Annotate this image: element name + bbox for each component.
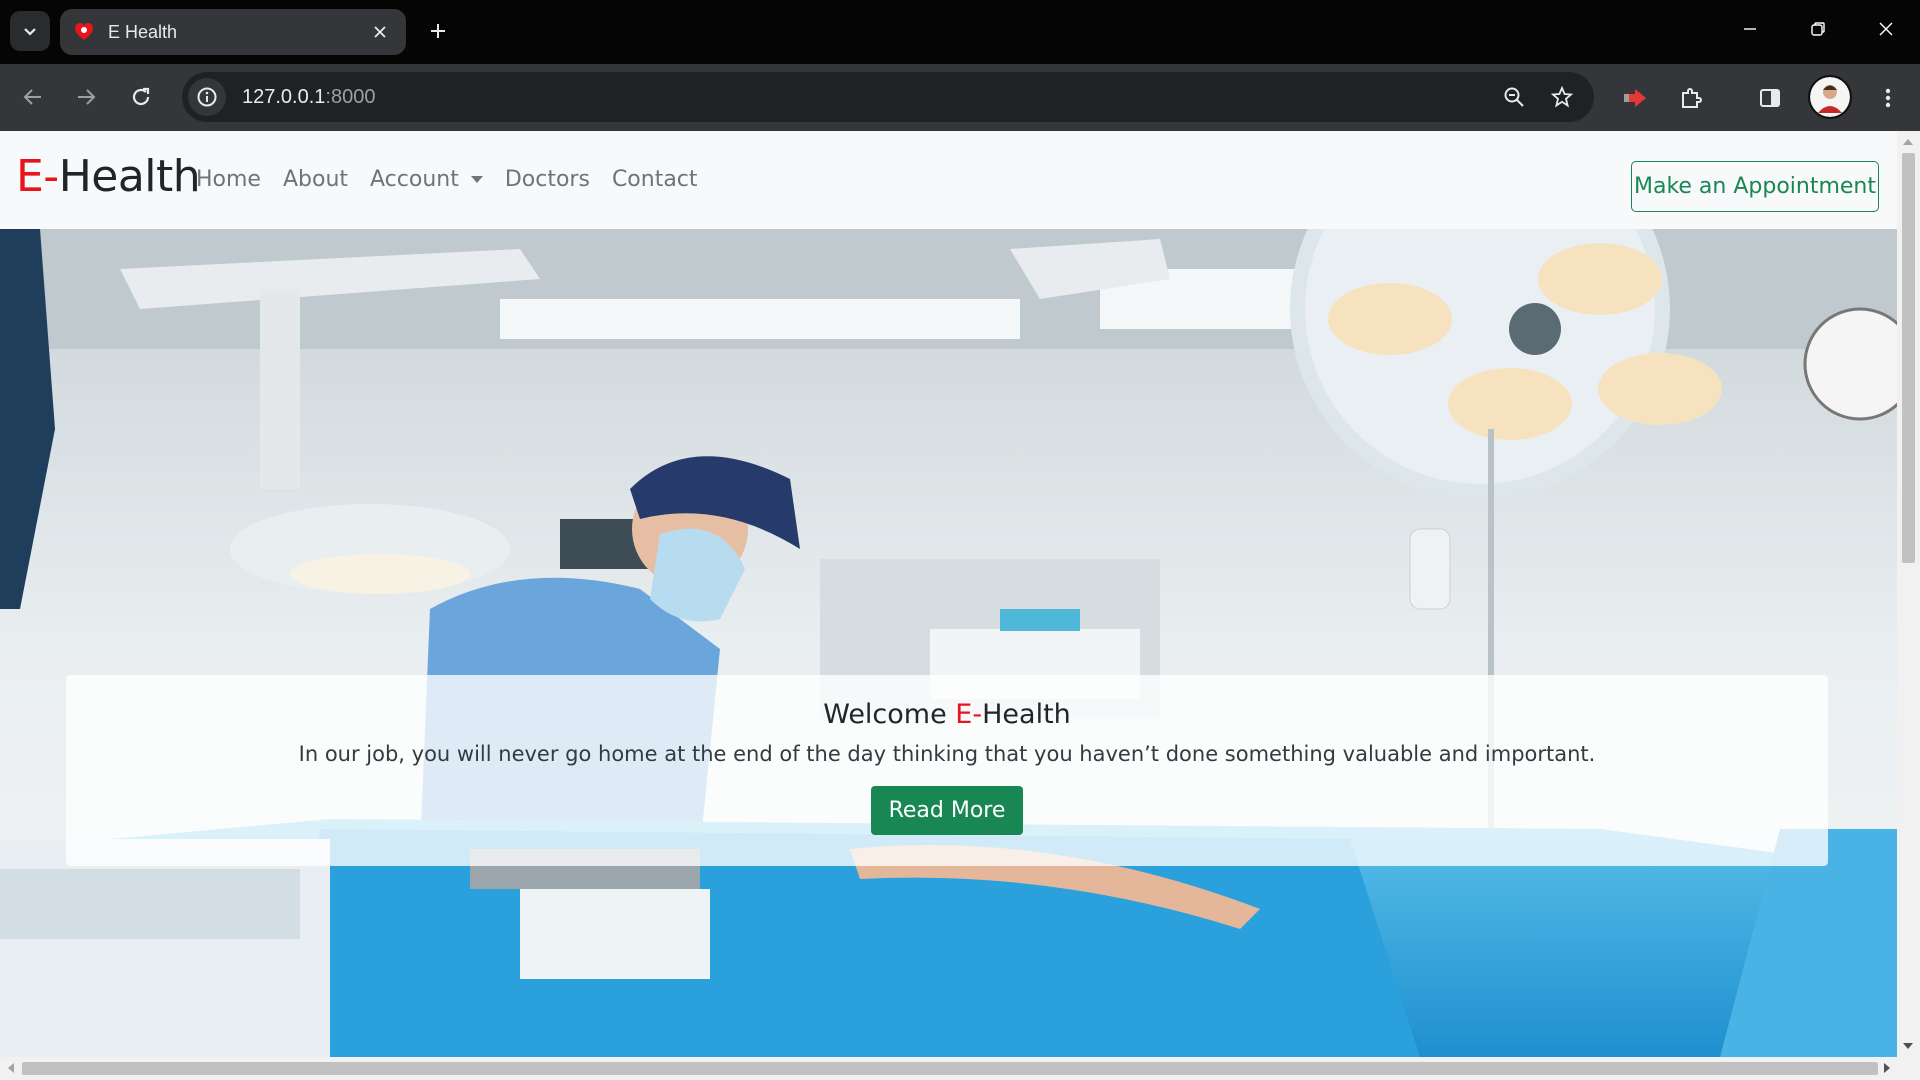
nav-doctors[interactable]: Doctors [505,167,590,192]
nav-home[interactable]: Home [196,167,261,192]
scroll-right-arrow-icon[interactable] [1884,1063,1890,1073]
nav-contact[interactable]: Contact [612,167,698,192]
horizontal-scroll-thumb[interactable] [22,1062,1878,1075]
zoom-icon[interactable] [1498,81,1530,113]
nav-links: Home About Account Doctors Contact [196,167,698,192]
close-icon[interactable] [368,20,392,44]
hero-carousel: Welcome E-Health In our job, you will ne… [0,229,1897,1057]
profile-avatar[interactable] [1808,75,1852,119]
scroll-left-arrow-icon[interactable] [8,1063,14,1073]
active-tab[interactable]: E Health [60,9,406,55]
window-close-button[interactable] [1852,0,1920,58]
reload-icon [132,87,150,106]
hero-text: In our job, you will never go home at th… [298,742,1596,766]
address-bar[interactable]: 127.0.0.1:8000 [182,72,1594,122]
tab-search-button[interactable] [10,11,50,51]
arrow-left-icon [23,89,41,105]
new-tab-button[interactable] [420,13,456,49]
vertical-scrollbar[interactable] [1897,131,1920,1057]
extension-arrow-icon[interactable] [1615,78,1655,118]
more-menu-icon[interactable] [1868,78,1908,118]
operating-room-image [0,229,1897,1057]
tab-strip: E Health [0,0,1920,64]
side-panel-icon[interactable] [1750,78,1790,118]
dropdown-caret-icon [470,176,483,183]
back-button[interactable] [13,77,53,117]
reload-button[interactable] [121,77,161,117]
carousel-caption: Welcome E-Health In our job, you will ne… [66,675,1828,866]
minimize-icon [1744,28,1756,30]
make-appointment-button[interactable]: Make an Appointment [1631,161,1879,212]
scroll-up-arrow-icon[interactable] [1903,139,1913,145]
restore-icon [1811,22,1825,36]
heart-favicon-icon [72,20,96,44]
close-icon [1879,22,1893,36]
url-text: 127.0.0.1:8000 [242,85,376,108]
nav-account-dropdown[interactable]: Account [370,167,483,192]
extensions-puzzle-icon[interactable] [1671,78,1711,118]
plus-icon [431,24,445,38]
hero-title: Welcome E-Health [823,699,1071,730]
tab-title: E Health [108,21,178,42]
arrow-right-icon [78,89,96,105]
horizontal-scrollbar[interactable] [0,1057,1920,1080]
forward-button[interactable] [66,77,106,117]
read-more-button[interactable]: Read More [870,786,1024,835]
bookmark-star-icon[interactable] [1546,81,1578,113]
browser-toolbar: 127.0.0.1:8000 [0,64,1920,131]
brand-logo[interactable]: E-Health [16,151,201,202]
scroll-down-arrow-icon[interactable] [1903,1043,1913,1049]
nav-about[interactable]: About [283,167,348,192]
chevron-down-icon [24,28,36,36]
restore-button[interactable] [1784,0,1852,58]
site-navbar: E-Health Home About Account Doctors Cont… [0,131,1897,229]
site-info-icon[interactable] [188,78,226,116]
user-avatar-icon [1810,77,1850,117]
page-viewport: E-Health Home About Account Doctors Cont… [0,131,1920,1080]
minimize-button[interactable] [1716,0,1784,58]
vertical-scroll-thumb[interactable] [1902,153,1915,563]
